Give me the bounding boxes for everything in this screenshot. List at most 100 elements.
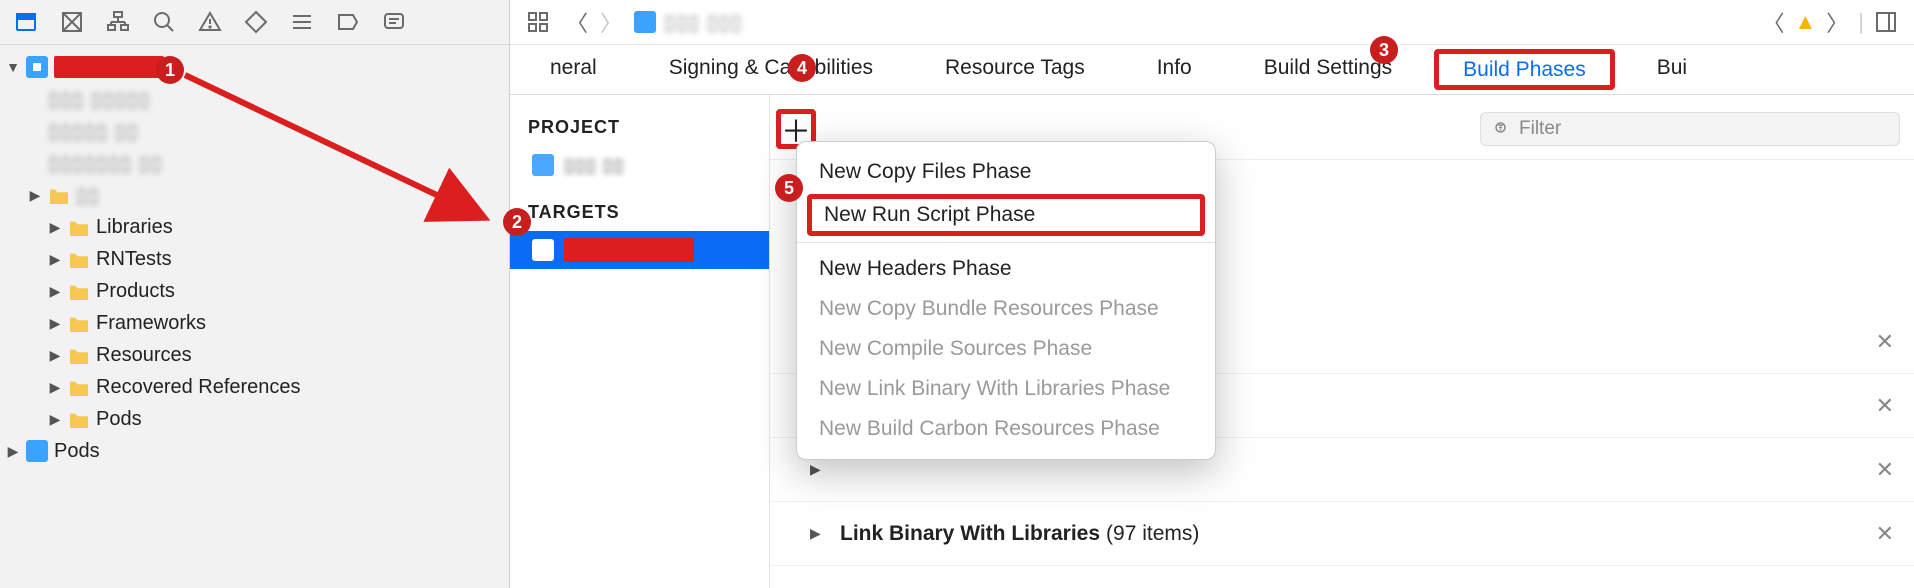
tree-item-blur[interactable]: ▯▯▯▯▯ ▯▯ [0, 115, 509, 147]
tab-label: Bui [1657, 56, 1687, 80]
project-header: PROJECT [510, 109, 769, 146]
tab-label: neral [550, 56, 597, 80]
xcodeproj-icon [26, 56, 48, 78]
folder-icon [68, 314, 90, 332]
menu-item-label: New Headers Phase [819, 257, 1012, 280]
tab-build-rules[interactable]: Bui [1621, 45, 1723, 94]
tab-label: Info [1157, 56, 1192, 80]
report-navigator-icon[interactable] [382, 10, 406, 34]
phase-row-link-binary[interactable]: ▶ Link Binary With Libraries (97 items) … [770, 502, 1914, 566]
tab-build-settings[interactable]: Build Settings [1228, 45, 1428, 94]
folder-icon [68, 378, 90, 396]
test-navigator-icon[interactable] [244, 10, 268, 34]
chevron-right-icon[interactable]: ▶ [810, 525, 828, 542]
xcodeproj-icon [532, 154, 554, 176]
nav-forward-icon[interactable]: 〉 [600, 6, 618, 38]
folder-icon [68, 218, 90, 236]
remove-phase-icon[interactable]: ✕ [1876, 329, 1894, 355]
remove-phase-icon[interactable]: ✕ [1876, 521, 1894, 547]
chevron-right-icon[interactable]: ▶ [48, 219, 62, 236]
tree-folder-pods[interactable]: ▶Pods [0, 403, 509, 435]
tree-item-label: Pods [54, 440, 100, 463]
issue-next-icon[interactable]: 〉 [1826, 6, 1848, 38]
add-phase-menu: New Copy Files Phase New Run Script Phas… [796, 141, 1216, 460]
adjust-editor-icon[interactable] [1874, 10, 1898, 34]
tree-folder-recovered[interactable]: ▶Recovered References [0, 371, 509, 403]
project-root-row[interactable]: ▼ [0, 51, 509, 83]
target-name-redacted [564, 238, 694, 262]
xcodeproj-icon [634, 11, 656, 33]
tree-item-label: RNTests [96, 248, 172, 271]
chevron-right-icon[interactable]: ▶ [48, 379, 62, 396]
menu-new-headers[interactable]: New Headers Phase [797, 249, 1215, 289]
menu-item-label: New Run Script Phase [824, 203, 1035, 226]
project-item-label: ▯▯▯ ▯▯ [564, 155, 625, 176]
tab-resource-tags[interactable]: Resource Tags [909, 45, 1121, 94]
debug-navigator-icon[interactable] [290, 10, 314, 34]
issue-navigator-icon[interactable] [198, 10, 222, 34]
chevron-right-icon[interactable]: ▶ [810, 461, 828, 478]
tree-folder-products[interactable]: ▶Products [0, 275, 509, 307]
project-tree[interactable]: ▼ ▯▯▯ ▯▯▯▯▯ ▯▯▯▯▯ ▯▯ ▯▯▯▯▯▯▯ ▯▯ ▶ ▯▯ ▶Li… [0, 45, 509, 473]
warning-icon[interactable]: ▲ [1794, 9, 1816, 35]
tree-folder-rntests[interactable]: ▶ RNTests [0, 243, 509, 275]
chevron-down-icon[interactable]: ▼ [6, 59, 20, 75]
annotation-marker-3: 3 [1370, 36, 1398, 64]
remove-phase-icon[interactable]: ✕ [1876, 457, 1894, 483]
tab-general[interactable]: neral [514, 45, 633, 94]
tab-label: Build Phases [1463, 58, 1586, 82]
annotation-marker-5: 5 [775, 174, 803, 202]
tree-folder-frameworks[interactable]: ▶Frameworks [0, 307, 509, 339]
targets-header: TARGETS [510, 194, 769, 231]
tree-group-row[interactable]: ▶ ▯▯ [0, 179, 509, 211]
editor-tabs: neral Signing & Capabilities Resource Ta… [510, 45, 1914, 95]
chevron-right-icon[interactable]: ▶ [48, 251, 62, 268]
menu-new-run-script[interactable]: New Run Script Phase [807, 194, 1205, 236]
tab-build-phases[interactable]: Build Phases [1434, 49, 1615, 90]
chevron-right-icon[interactable]: ▶ [48, 315, 62, 332]
menu-item-label: New Build Carbon Resources Phase [819, 417, 1160, 440]
related-items-icon[interactable] [526, 10, 550, 34]
tree-item-label: ▯▯▯▯▯ ▯▯ [48, 119, 139, 144]
tab-info[interactable]: Info [1121, 45, 1228, 94]
project-navigator-icon[interactable] [14, 10, 38, 34]
phases-filter-input[interactable]: Filter [1480, 112, 1900, 146]
chevron-right-icon[interactable]: ▶ [28, 187, 42, 204]
find-navigator-icon[interactable] [152, 10, 176, 34]
chevron-right-icon[interactable]: ▶ [48, 347, 62, 364]
tree-item-label: ▯▯▯ ▯▯▯▯▯ [48, 87, 151, 112]
tree-item-blur[interactable]: ▯▯▯ ▯▯▯▯▯ [0, 83, 509, 115]
chevron-right-icon[interactable]: ▶ [6, 443, 20, 460]
chevron-right-icon[interactable]: ▶ [48, 283, 62, 300]
breadcrumb[interactable]: ▯▯▯ ▯▯▯ [634, 10, 743, 35]
issue-prev-icon[interactable]: 〈 [1762, 6, 1784, 38]
menu-item-label: New Compile Sources Phase [819, 337, 1092, 360]
folder-icon [68, 282, 90, 300]
menu-new-build-carbon: New Build Carbon Resources Phase [797, 409, 1215, 449]
chevron-right-icon[interactable]: ▶ [48, 411, 62, 428]
editor-path-bar: 〈 〉 ▯▯▯ ▯▯▯ 〈 ▲ 〉 | [510, 0, 1914, 45]
tree-item-label: Resources [96, 344, 192, 367]
menu-item-label: New Copy Files Phase [819, 160, 1031, 183]
pods-project-row[interactable]: ▶ Pods [0, 435, 509, 467]
nav-back-icon[interactable]: 〈 [566, 6, 584, 38]
symbol-navigator-icon[interactable] [106, 10, 130, 34]
menu-item-label: New Copy Bundle Resources Phase [819, 297, 1159, 320]
project-item[interactable]: ▯▯▯ ▯▯ [510, 146, 769, 184]
tree-folder-resources[interactable]: ▶ Resources [0, 339, 509, 371]
phase-label: Link Binary With Libraries [840, 522, 1100, 546]
tab-signing[interactable]: Signing & Capabilities [633, 45, 909, 94]
navigator-sidebar: ▼ ▯▯▯ ▯▯▯▯▯ ▯▯▯▯▯ ▯▯ ▯▯▯▯▯▯▯ ▯▯ ▶ ▯▯ ▶Li… [0, 0, 510, 588]
folder-icon [68, 410, 90, 428]
tab-label: Signing & Capabilities [669, 56, 873, 80]
tree-folder-libraries[interactable]: ▶Libraries [0, 211, 509, 243]
editor-area: 〈 〉 ▯▯▯ ▯▯▯ 〈 ▲ 〉 | neral Signing & Capa… [510, 0, 1914, 588]
source-control-navigator-icon[interactable] [60, 10, 84, 34]
menu-item-label: New Link Binary With Libraries Phase [819, 377, 1170, 400]
remove-phase-icon[interactable]: ✕ [1876, 393, 1894, 419]
menu-new-copy-files[interactable]: New Copy Files Phase [797, 152, 1215, 192]
tree-item-blur[interactable]: ▯▯▯▯▯▯▯ ▯▯ [0, 147, 509, 179]
folder-icon [68, 250, 90, 268]
target-item-selected[interactable] [510, 231, 769, 269]
breakpoint-navigator-icon[interactable] [336, 10, 360, 34]
